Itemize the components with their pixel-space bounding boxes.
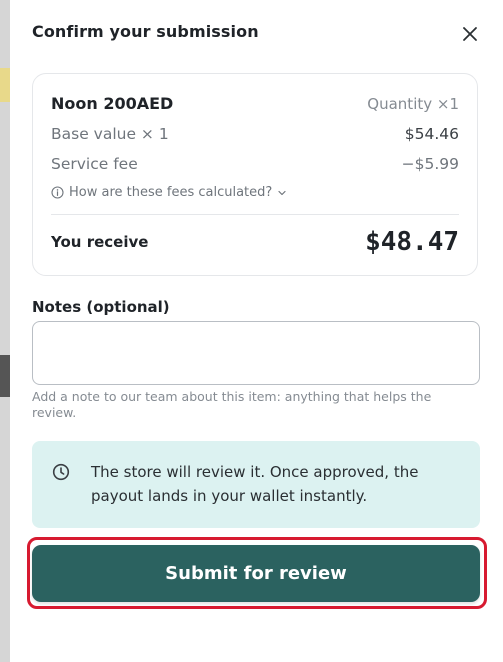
fees-explainer-row: How are these fees calculated? bbox=[51, 185, 459, 203]
modal-header: Confirm your submission bbox=[32, 22, 481, 46]
fees-explainer-link[interactable]: How are these fees calculated? bbox=[51, 185, 287, 200]
background-block bbox=[0, 355, 10, 397]
service-fee: −$5.99 bbox=[401, 155, 459, 173]
receive-label: You receive bbox=[51, 233, 149, 251]
summary-card: Noon 200AED Quantity ×1 Base value × 1 $… bbox=[32, 73, 478, 276]
review-info-text: The store will review it. Once approved,… bbox=[91, 463, 419, 505]
base-value-label: Base value × 1 bbox=[51, 125, 169, 143]
background-accent bbox=[0, 68, 10, 102]
confirm-submission-modal: Confirm your submission Noon 200AED Quan… bbox=[10, 0, 503, 662]
notes-input[interactable] bbox=[32, 321, 480, 385]
base-value: $54.46 bbox=[404, 125, 459, 143]
notes-help-text: Add a note to our team about this item: … bbox=[32, 389, 432, 420]
close-icon bbox=[463, 27, 477, 41]
close-button[interactable] bbox=[459, 23, 481, 45]
receive-row: You receive $48.47 bbox=[51, 227, 459, 259]
fees-explainer-label: How are these fees calculated? bbox=[69, 185, 273, 200]
service-fee-row: Service fee −$5.99 bbox=[51, 155, 459, 177]
receive-amount: $48.47 bbox=[365, 227, 459, 257]
notes-label: Notes (optional) bbox=[32, 298, 170, 316]
product-name: Noon 200AED bbox=[51, 94, 174, 113]
chevron-down-icon bbox=[278, 190, 286, 195]
clock-icon bbox=[52, 463, 70, 481]
modal-title: Confirm your submission bbox=[32, 22, 259, 41]
service-fee-label: Service fee bbox=[51, 155, 138, 173]
quantity: Quantity ×1 bbox=[367, 95, 459, 113]
base-value-row: Base value × 1 $54.46 bbox=[51, 125, 459, 147]
info-icon bbox=[51, 186, 64, 199]
product-row: Noon 200AED Quantity ×1 bbox=[51, 94, 459, 116]
review-info-banner: The store will review it. Once approved,… bbox=[32, 441, 480, 528]
submit-for-review-button[interactable]: Submit for review bbox=[32, 545, 480, 602]
summary-divider bbox=[51, 214, 459, 215]
